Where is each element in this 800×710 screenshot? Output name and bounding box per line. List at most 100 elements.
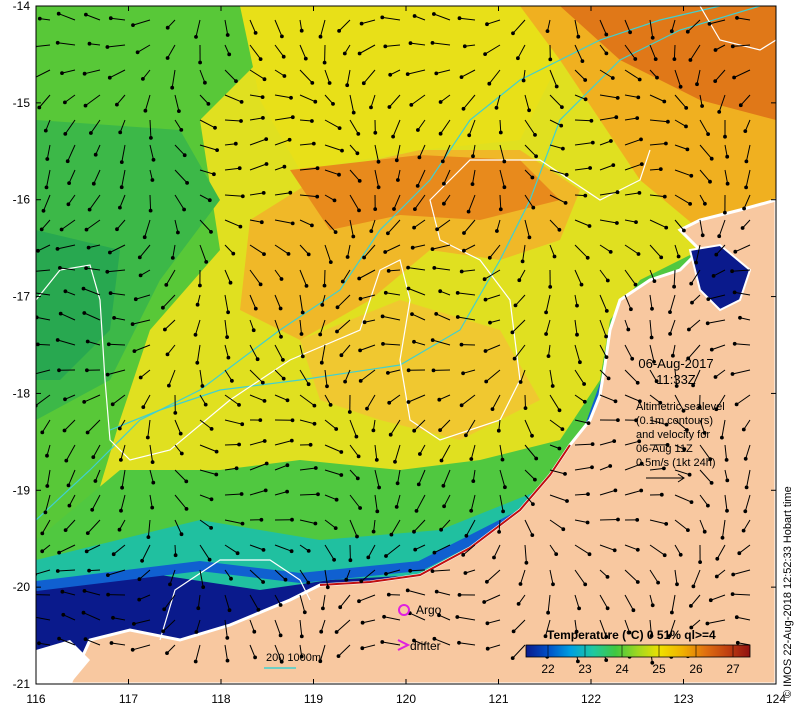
velocity-arrow-head — [167, 383, 171, 388]
velocity-arrow-head — [605, 278, 610, 283]
velocity-arrow-head — [85, 339, 90, 344]
velocity-arrow-head — [732, 75, 736, 80]
velocity-arrow-head — [142, 235, 147, 240]
velocity-arrow-head — [227, 608, 232, 613]
velocity-arrow-head — [635, 116, 640, 120]
velocity-arrow-head — [490, 407, 495, 412]
velocity-arrow-head — [608, 464, 613, 468]
velocity-arrow-head — [355, 534, 359, 539]
velocity-arrow-head — [589, 118, 594, 123]
velocity-arrow-head — [132, 622, 136, 626]
velocity-arrow-head — [413, 547, 418, 552]
velocity-arrow-head — [371, 529, 376, 534]
velocity-arrow-head — [333, 526, 338, 530]
velocity-arrow-head — [256, 607, 261, 612]
velocity-arrow-head — [43, 510, 48, 515]
velocity-arrow-head — [213, 125, 217, 130]
velocity-arrow-head — [335, 329, 339, 334]
velocity-arrow-head — [706, 503, 710, 508]
velocity-arrow-head — [610, 76, 615, 80]
velocity-arrow-head — [732, 290, 737, 295]
velocity-arrow-head — [406, 286, 411, 291]
velocity-arrow-head — [279, 334, 283, 339]
velocity-arrow-head — [705, 621, 710, 626]
velocity-arrow-head — [120, 485, 124, 490]
velocity-arrow-head — [253, 306, 258, 311]
velocity-arrow-head — [557, 227, 562, 232]
colorbar-tick-label: 23 — [578, 662, 592, 676]
velocity-arrow-head — [520, 259, 525, 264]
altimetry-line-5: 0.5m/s (1kt 24h) — [636, 457, 715, 469]
velocity-arrow-head — [141, 405, 146, 410]
velocity-arrow-head — [131, 23, 135, 28]
velocity-arrow-head — [31, 593, 34, 596]
velocity-arrow-head — [33, 77, 36, 80]
velocity-arrow-head — [258, 282, 263, 287]
velocity-arrow-head — [713, 79, 718, 83]
velocity-arrow-head — [196, 606, 201, 611]
velocity-arrow — [36, 594, 51, 596]
velocity-arrow-head — [334, 427, 339, 431]
velocity-arrow-head — [106, 592, 110, 597]
velocity-arrow-head — [170, 85, 175, 90]
velocity-arrow-head — [630, 356, 635, 361]
velocity-arrow-head — [414, 509, 419, 513]
velocity-arrow-head — [687, 472, 692, 477]
velocity-arrow-head — [336, 654, 341, 658]
velocity-arrow-head — [442, 504, 447, 509]
velocity-arrow-head — [312, 421, 317, 426]
velocity-arrow-head — [332, 557, 337, 562]
colorbar-tick-label: 27 — [726, 662, 740, 676]
velocity-arrow-head — [434, 71, 439, 76]
velocity-arrow-head — [484, 379, 489, 384]
velocity-arrow-head — [261, 548, 266, 552]
velocity-arrow-head — [383, 250, 388, 254]
velocity-arrow-head — [608, 250, 613, 254]
velocity-arrow-head — [516, 56, 520, 61]
velocity-arrow — [324, 269, 326, 286]
velocity-arrow-head — [57, 636, 61, 641]
velocity-arrow-head — [33, 616, 36, 619]
velocity-arrow-head — [279, 277, 284, 281]
velocity-arrow-head — [339, 353, 344, 358]
velocity-arrow-head — [709, 156, 714, 161]
velocity-arrow-head — [388, 72, 393, 77]
velocity-arrow-head — [511, 629, 516, 634]
velocity-arrow-head — [165, 56, 170, 60]
velocity-arrow-head — [687, 327, 691, 332]
velocity-arrow-head — [282, 164, 287, 169]
velocity-arrow-head — [115, 102, 119, 107]
velocity-arrow-head — [733, 249, 738, 254]
velocity-arrow-head — [161, 629, 166, 634]
velocity-arrow-head — [587, 552, 592, 557]
velocity-arrow-head — [337, 126, 342, 131]
velocity-arrow-head — [563, 201, 568, 205]
velocity-arrow-head — [438, 289, 443, 294]
velocity-arrow-head — [357, 208, 361, 213]
velocity-arrow-head — [583, 582, 588, 587]
velocity-arrow-head — [359, 579, 364, 584]
velocity-arrow-head — [62, 428, 67, 433]
velocity-arrow-head — [688, 58, 693, 62]
velocity-arrow-head — [548, 57, 553, 62]
velocity-arrow-head — [258, 57, 263, 61]
lat-tick-label: -19 — [13, 483, 31, 497]
velocity-arrow-head — [662, 553, 667, 558]
velocity-arrow-head — [347, 410, 352, 414]
velocity-arrow-head — [635, 580, 640, 584]
velocity-arrow-head — [544, 332, 548, 336]
velocity-arrow-head — [530, 433, 534, 438]
depth-label: 200 1000m — [266, 652, 321, 664]
velocity-arrow-head — [534, 456, 539, 461]
velocity-arrow-head — [209, 497, 214, 502]
velocity-arrow-head — [604, 32, 609, 37]
velocity-arrow-head — [204, 260, 209, 264]
velocity-arrow-head — [685, 29, 690, 34]
velocity-arrow-head — [616, 418, 620, 423]
velocity-arrow-head — [462, 44, 467, 49]
velocity-arrow-head — [383, 44, 388, 49]
velocity-arrow-head — [628, 30, 632, 35]
velocity-arrow-head — [442, 201, 446, 206]
velocity-arrow-head — [470, 182, 475, 187]
velocity-arrow-head — [355, 476, 360, 481]
